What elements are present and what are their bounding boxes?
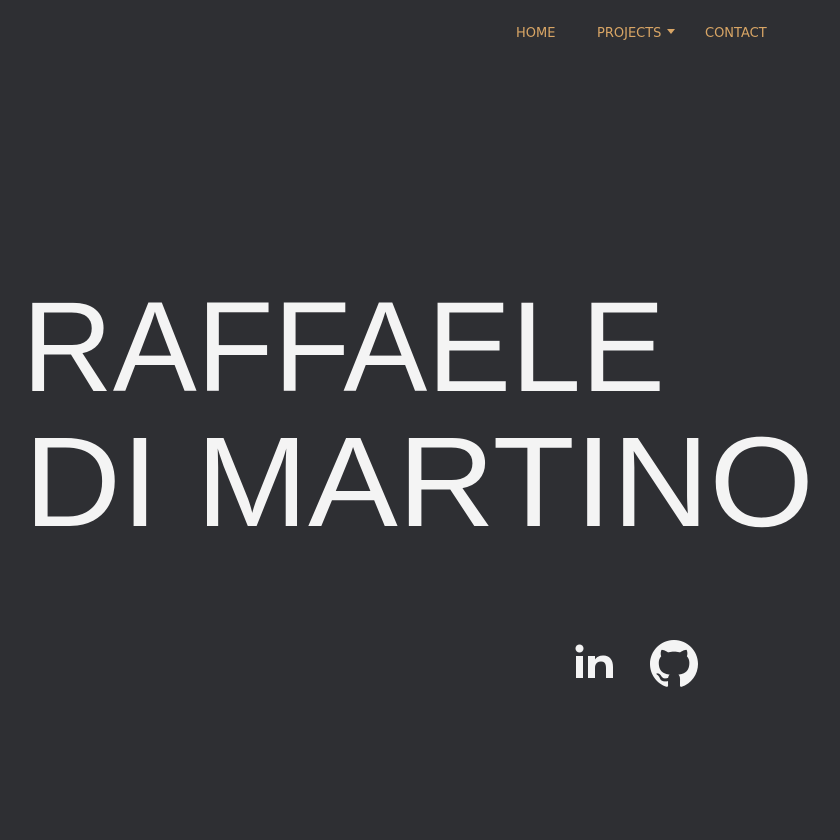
linkedin-link[interactable] bbox=[571, 640, 619, 688]
hero-name-svg: RAFFAELE DI MARTINO bbox=[22, 276, 814, 554]
page: HOME PROJECTS CONTACT RAFFAELE DI MARTIN… bbox=[0, 0, 840, 840]
github-link[interactable] bbox=[650, 640, 698, 688]
hero-name: RAFFAELE DI MARTINO bbox=[0, 0, 840, 840]
linkedin-icon bbox=[575, 644, 613, 678]
hero-last-name: DI MARTINO bbox=[24, 411, 814, 554]
social-links bbox=[0, 640, 840, 688]
hero-first-name: RAFFAELE bbox=[22, 276, 665, 419]
github-icon bbox=[650, 640, 698, 687]
